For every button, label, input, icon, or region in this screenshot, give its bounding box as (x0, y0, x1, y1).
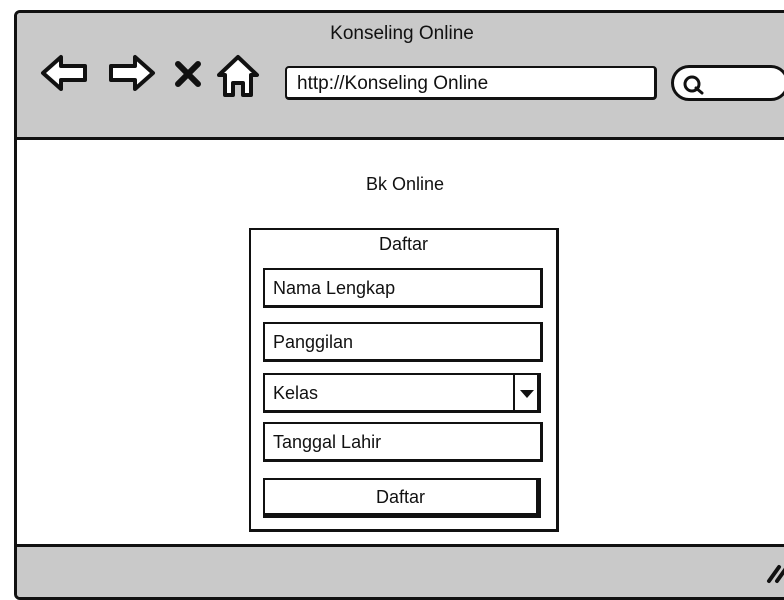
nickname-field[interactable]: Panggilan (263, 322, 543, 362)
page-content: Bk Online Daftar Nama Lengkap Panggilan … (17, 140, 784, 544)
home-icon[interactable] (215, 53, 261, 99)
chevron-down-icon[interactable] (513, 373, 539, 413)
registration-form: Daftar Nama Lengkap Panggilan Kelas Tang… (249, 228, 559, 532)
arrow-right-icon[interactable] (105, 51, 157, 95)
resize-handle-icon[interactable] (763, 557, 784, 585)
status-bar (17, 544, 784, 597)
address-bar[interactable]: http://Konseling Online (285, 66, 657, 100)
full-name-field[interactable]: Nama Lengkap (263, 268, 543, 308)
arrow-left-icon[interactable] (39, 51, 91, 95)
window-title: Konseling Online (330, 23, 474, 44)
class-select[interactable]: Kelas (263, 373, 541, 413)
form-title: Daftar (378, 234, 429, 254)
close-icon[interactable] (173, 59, 203, 89)
birthdate-field[interactable]: Tanggal Lahir (263, 422, 543, 462)
class-select-value: Kelas (273, 383, 319, 403)
submit-button[interactable]: Daftar (263, 478, 541, 518)
browser-toolbar: Konseling Online http://Konseling Online (17, 13, 784, 140)
page-title: Bk Online (365, 174, 445, 194)
search-icon (683, 75, 704, 95)
search-box[interactable] (671, 65, 784, 101)
browser-window: Konseling Online http://Konseling Online… (14, 10, 784, 600)
